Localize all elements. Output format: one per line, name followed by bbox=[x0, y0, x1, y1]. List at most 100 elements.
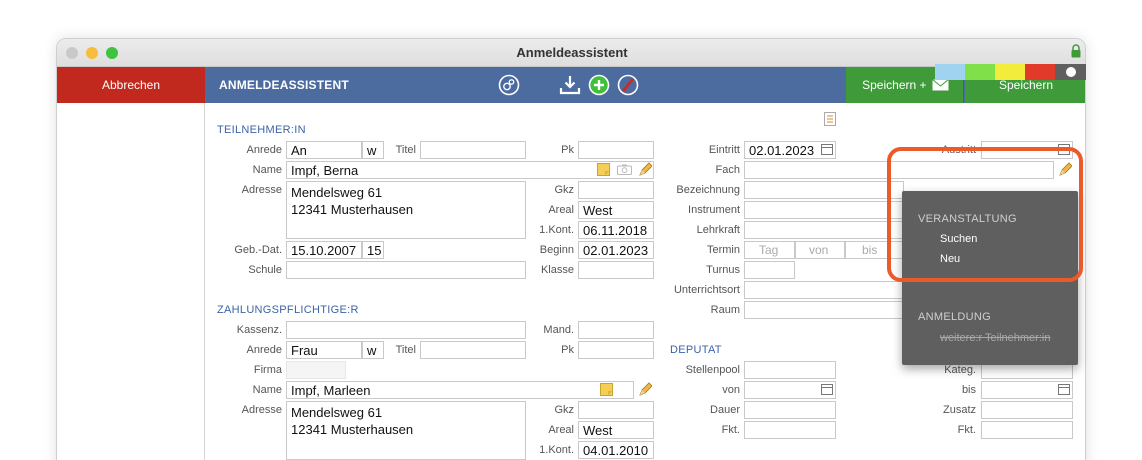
deputat-von-calendar-icon[interactable] bbox=[821, 384, 833, 395]
beginn-label: Beginn bbox=[539, 244, 574, 256]
geb-field[interactable]: 15.10.2007 bbox=[286, 241, 362, 259]
fkt2-field[interactable] bbox=[981, 421, 1073, 439]
zahlung-pk-label: Pk bbox=[561, 344, 574, 356]
swatch-red[interactable] bbox=[1025, 64, 1055, 80]
zahlung-kont-field[interactable]: 04.01.2010 bbox=[578, 441, 654, 459]
zahlung-gkz-label: Gkz bbox=[554, 404, 574, 416]
pencil-icon[interactable] bbox=[638, 162, 652, 177]
add-icon[interactable] bbox=[588, 74, 610, 96]
fkt-label: Fkt. bbox=[721, 424, 740, 436]
kont-label: 1.Kont. bbox=[539, 224, 574, 236]
note-icon[interactable] bbox=[597, 163, 610, 176]
sidebar bbox=[57, 103, 205, 460]
zahlung-anrede-field[interactable]: Frau bbox=[286, 341, 362, 359]
titel-label: Titel bbox=[395, 144, 416, 156]
unterrichtsort-field[interactable] bbox=[744, 281, 904, 299]
klasse-field[interactable] bbox=[578, 261, 654, 279]
toolbar: Abbrechen ANMELDEASSISTENT Speichern + S… bbox=[57, 67, 1085, 103]
instrument-label: Instrument bbox=[688, 204, 740, 216]
settings-icon[interactable] bbox=[498, 74, 520, 96]
areal-field[interactable]: West bbox=[578, 201, 654, 219]
kassenz-label: Kassenz. bbox=[236, 324, 282, 336]
gkz-field[interactable] bbox=[578, 181, 654, 199]
zahlung-name-field[interactable]: Impf, Marleen bbox=[286, 381, 634, 399]
envelope-icon bbox=[932, 79, 949, 91]
zahlung-areal-field[interactable]: West bbox=[578, 421, 654, 439]
deputat-von-label: von bbox=[722, 384, 740, 396]
bezeichnung-field[interactable] bbox=[744, 181, 904, 199]
termin-label: Termin bbox=[706, 244, 740, 256]
kont-field[interactable]: 06.11.2018 bbox=[578, 221, 654, 239]
titel-field[interactable] bbox=[420, 141, 526, 159]
lock-icon[interactable] bbox=[1071, 44, 1081, 58]
swatch-yellow[interactable] bbox=[995, 64, 1025, 80]
zahlung-gkz-field[interactable] bbox=[578, 401, 654, 419]
termin-von-field[interactable]: von bbox=[795, 241, 845, 259]
zahlung-adresse-label: Adresse bbox=[241, 404, 282, 416]
zahlung-anrede-label: Anrede bbox=[246, 344, 282, 356]
unterrichtsort-label: Unterrichtsort bbox=[673, 284, 740, 296]
cancel-button[interactable]: Abbrechen bbox=[57, 67, 205, 103]
zahlung-titel-label: Titel bbox=[395, 344, 416, 356]
stellenpool-label: Stellenpool bbox=[685, 364, 740, 376]
gkz-label: Gkz bbox=[554, 184, 574, 196]
name-label: Name bbox=[252, 164, 282, 176]
title-bar: Anmeldeassistent bbox=[57, 39, 1085, 67]
zahlung-titel-field[interactable] bbox=[420, 341, 526, 359]
zahlung-pk-field[interactable] bbox=[578, 341, 654, 359]
save-and-mail-label: Speichern + bbox=[862, 78, 927, 92]
fkt-field[interactable] bbox=[744, 421, 836, 439]
zahlung-adresse-field[interactable]: Mendelsweg 61 12341 Musterhausen bbox=[286, 401, 526, 460]
fach-label: Fach bbox=[715, 164, 740, 176]
turnus-field[interactable] bbox=[744, 261, 795, 279]
zahlung-name-label: Name bbox=[252, 384, 282, 396]
adresse-label: Adresse bbox=[241, 184, 282, 196]
swatch-green[interactable] bbox=[965, 64, 995, 80]
turnus-label: Turnus bbox=[706, 264, 740, 276]
adresse-field[interactable]: Mendelsweg 61 12341 Musterhausen bbox=[286, 181, 526, 239]
window-title: Anmeldeassistent bbox=[516, 45, 628, 60]
pk-field[interactable] bbox=[578, 141, 654, 159]
termin-bis-placeholder: bis bbox=[862, 243, 878, 257]
raum-field[interactable] bbox=[744, 301, 904, 319]
toolbar-title: ANMELDEASSISTENT bbox=[219, 78, 349, 92]
eintritt-label: Eintritt bbox=[708, 144, 740, 156]
zusatz-label: Zusatz bbox=[942, 404, 976, 416]
zusatz-field[interactable] bbox=[981, 401, 1073, 419]
geb-label: Geb.-Dat. bbox=[234, 244, 282, 256]
lehrkraft-field[interactable] bbox=[744, 221, 904, 239]
dauer-field[interactable] bbox=[744, 401, 836, 419]
termin-tag-placeholder: Tag bbox=[759, 243, 779, 257]
highlight-frame bbox=[887, 147, 1083, 282]
swatch-blue[interactable] bbox=[935, 64, 965, 80]
zahlung-pencil-icon[interactable] bbox=[638, 382, 652, 397]
deputat-bis-calendar-icon[interactable] bbox=[1058, 384, 1070, 395]
section-deputat: DEPUTAT bbox=[670, 344, 722, 356]
termin-tag-field[interactable]: Tag bbox=[744, 241, 795, 259]
firma-label: Firma bbox=[253, 364, 282, 376]
download-icon[interactable] bbox=[559, 74, 581, 96]
lehrkraft-label: Lehrkraft bbox=[696, 224, 740, 236]
mand-label: Mand. bbox=[543, 324, 574, 336]
mand-field[interactable] bbox=[578, 321, 654, 339]
beginn-field[interactable]: 02.01.2023 bbox=[578, 241, 654, 259]
swatch-grey[interactable] bbox=[1055, 64, 1086, 80]
zahlung-note-icon[interactable] bbox=[600, 383, 613, 396]
zahlung-areal-label: Areal bbox=[548, 424, 574, 436]
kassenz-field[interactable] bbox=[286, 321, 526, 339]
camera-icon[interactable] bbox=[617, 164, 632, 175]
alter-field[interactable]: 15 bbox=[362, 241, 384, 259]
schule-label: Schule bbox=[248, 264, 282, 276]
eintritt-calendar-icon[interactable] bbox=[821, 144, 833, 155]
stellenpool-field[interactable] bbox=[744, 361, 836, 379]
remove-icon[interactable] bbox=[617, 74, 639, 96]
firma-field[interactable] bbox=[286, 361, 346, 379]
areal-label: Areal bbox=[548, 204, 574, 216]
anrede-field[interactable]: An bbox=[286, 141, 362, 159]
list-icon[interactable] bbox=[824, 112, 836, 126]
schule-field[interactable] bbox=[286, 261, 526, 279]
bezeichnung-label: Bezeichnung bbox=[676, 184, 740, 196]
pk-label: Pk bbox=[561, 144, 574, 156]
fkt2-label: Fkt. bbox=[957, 424, 976, 436]
instrument-field[interactable] bbox=[744, 201, 904, 219]
